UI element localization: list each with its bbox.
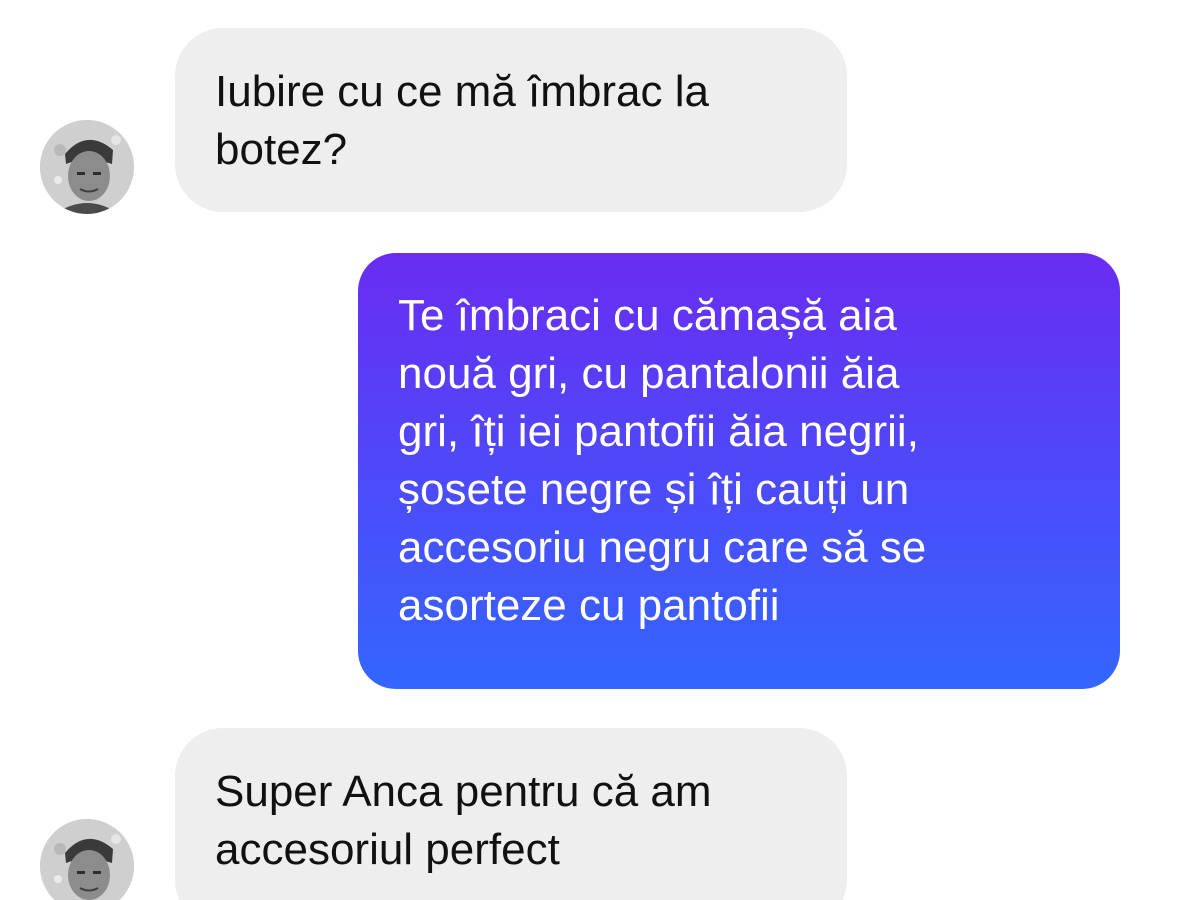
profile-photo-icon <box>40 120 134 214</box>
contact-avatar[interactable] <box>40 120 134 214</box>
profile-photo-icon <box>40 819 134 900</box>
chat-thread: Iubire cu ce mă îmbrac la botez? Te îmbr… <box>0 0 1200 900</box>
contact-avatar[interactable] <box>40 819 134 900</box>
outgoing-message-bubble[interactable]: Te îmbraci cu cămașă aia nouă gri, cu pa… <box>358 253 1120 689</box>
incoming-message-bubble[interactable]: Iubire cu ce mă îmbrac la botez? <box>175 28 847 212</box>
incoming-message-bubble[interactable]: Super Anca pentru că am accesoriul perfe… <box>175 728 847 900</box>
